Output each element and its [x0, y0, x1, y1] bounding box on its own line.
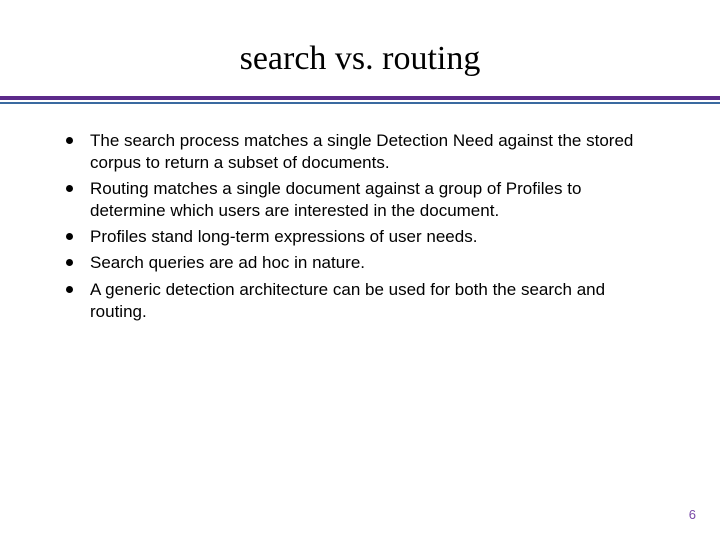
list-item: A generic detection architecture can be …: [60, 279, 660, 323]
content-area: The search process matches a single Dete…: [0, 104, 720, 323]
list-item: Routing matches a single document agains…: [60, 178, 660, 222]
page-title: search vs. routing: [0, 0, 720, 96]
list-item: Profiles stand long-term expressions of …: [60, 226, 660, 248]
divider-line-primary: [0, 96, 720, 100]
page-number: 6: [689, 507, 696, 522]
list-item: The search process matches a single Dete…: [60, 130, 660, 174]
title-divider: [0, 96, 720, 104]
bullet-list: The search process matches a single Dete…: [60, 130, 660, 323]
slide: search vs. routing The search process ma…: [0, 0, 720, 540]
list-item: Search queries are ad hoc in nature.: [60, 252, 660, 274]
